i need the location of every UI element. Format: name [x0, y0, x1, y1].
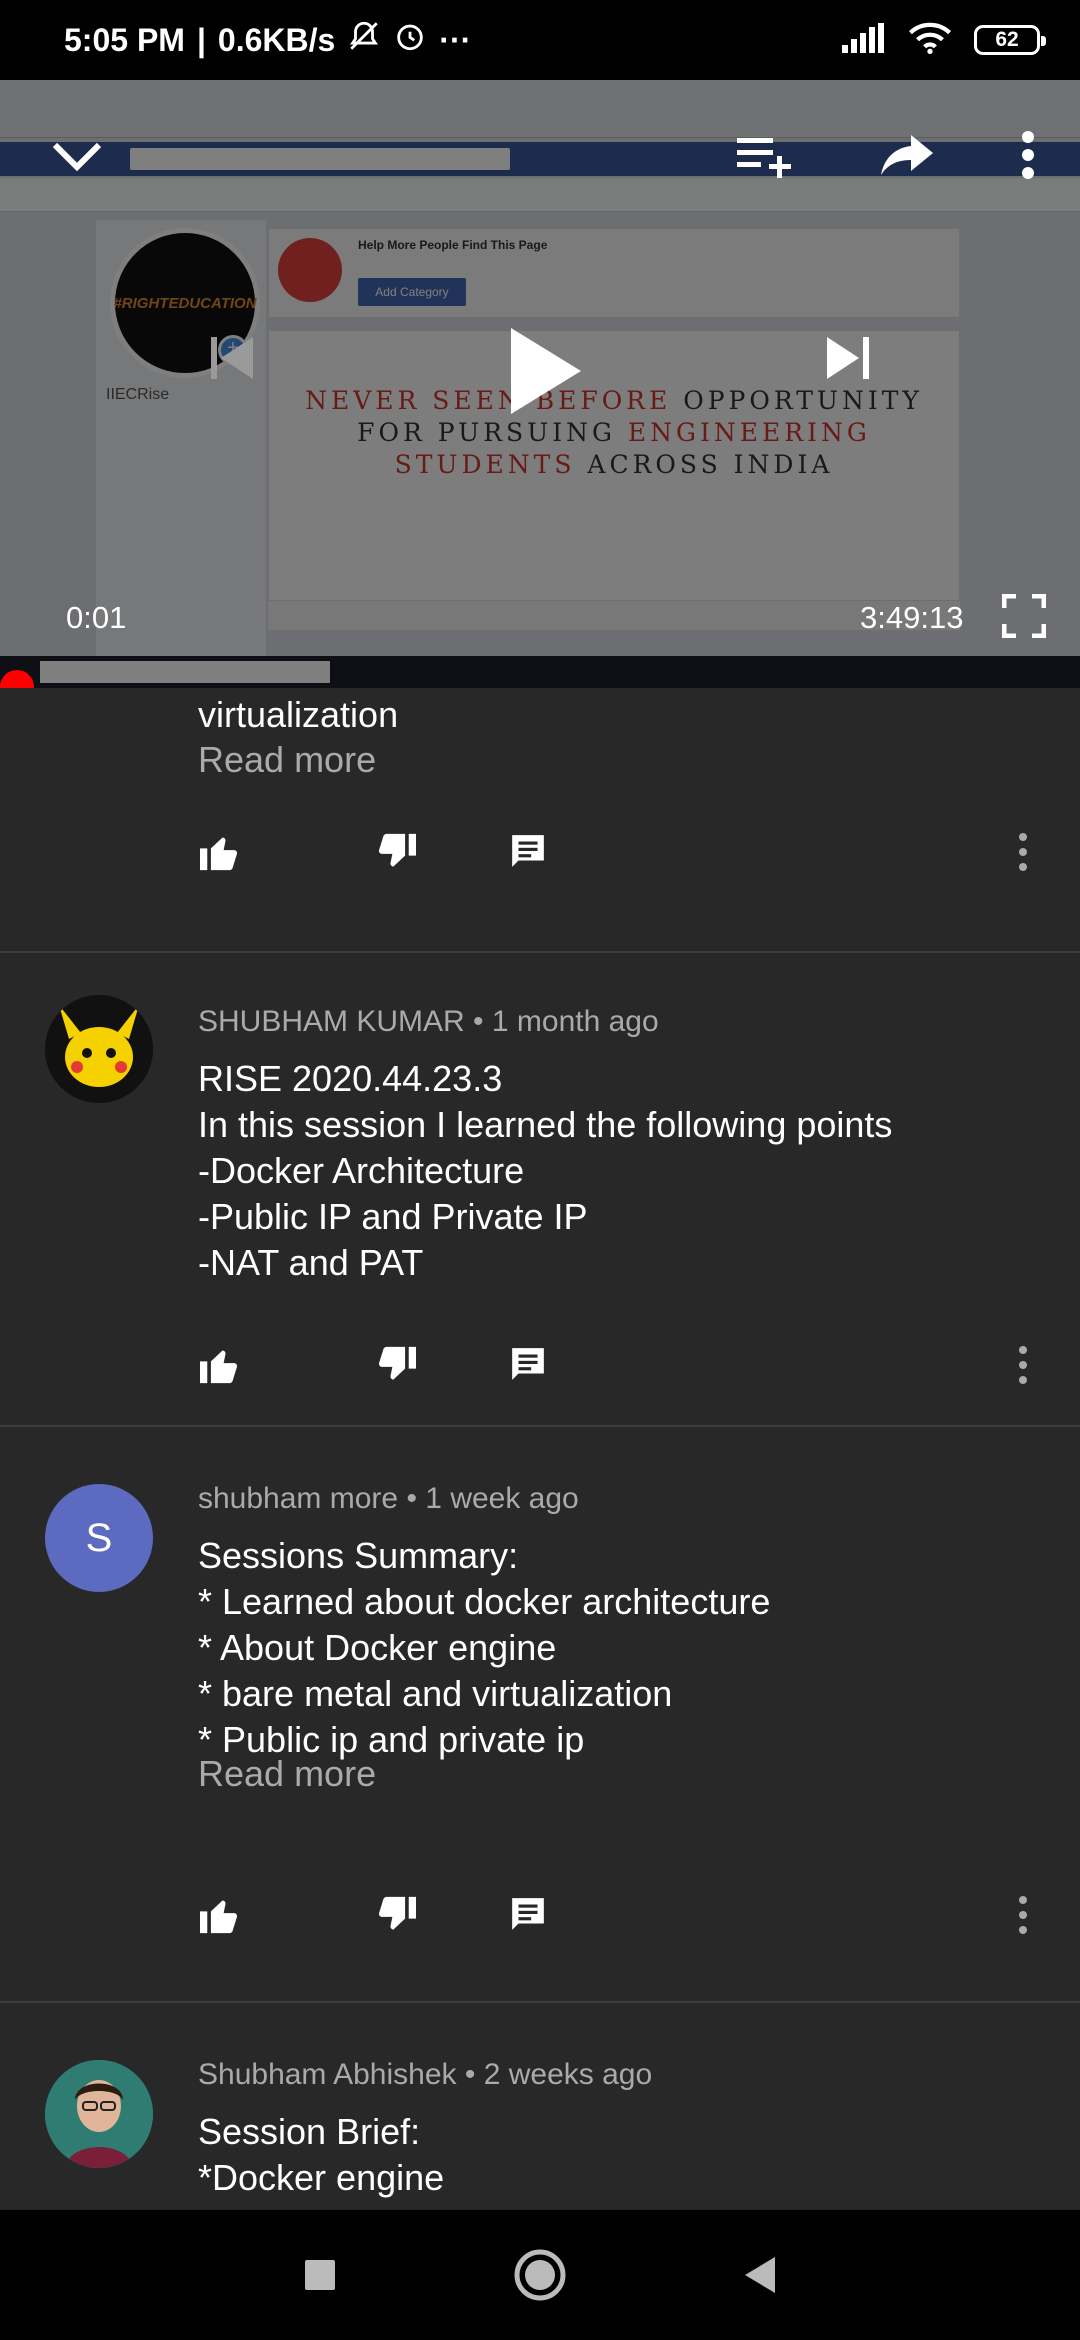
- minimize-button[interactable]: [44, 122, 110, 188]
- avatar[interactable]: [45, 2060, 153, 2168]
- back-button[interactable]: [730, 2245, 790, 2305]
- play-button[interactable]: [500, 326, 590, 416]
- avatar[interactable]: [45, 995, 153, 1103]
- reply-button[interactable]: [508, 832, 548, 875]
- comment-age: 2 weeks ago: [483, 2058, 653, 2091]
- overflow-menu-button[interactable]: [1000, 120, 1056, 190]
- thumbs-down-icon: [378, 833, 416, 867]
- status-bar: 5:05 PM | 0.6KB/s ··· 62: [0, 0, 1080, 80]
- signal-icon: [842, 22, 886, 58]
- dislike-button[interactable]: [374, 1345, 418, 1390]
- read-more-link[interactable]: Read more: [198, 1753, 376, 1795]
- comment-age: 1 week ago: [425, 1482, 579, 1515]
- comment-meta: SHUBHAM KUMAR • 1 month ago: [198, 1005, 659, 1038]
- home-button[interactable]: [510, 2240, 570, 2310]
- more-vert-icon: [1022, 131, 1034, 179]
- comment-meta: shubham more • 1 week ago: [198, 1482, 579, 1515]
- like-button[interactable]: [198, 1345, 242, 1390]
- avatar[interactable]: S: [45, 1484, 153, 1592]
- comments-list: virtualization Read more SHUBHAM KUMAR •…: [0, 688, 1080, 2210]
- fullscreen-icon: [1002, 594, 1046, 638]
- reply-button[interactable]: [508, 1345, 548, 1388]
- playlist-add-icon: [737, 138, 791, 178]
- comment-icon: [512, 1348, 544, 1380]
- dislike-button[interactable]: [374, 832, 418, 877]
- comment-meta: Shubham Abhishek • 2 weeks ago: [198, 2058, 653, 2091]
- comment-age: 1 month ago: [491, 1005, 659, 1038]
- thumbs-up-icon: [200, 837, 238, 871]
- previous-button[interactable]: [200, 326, 264, 390]
- dislike-button[interactable]: [374, 1895, 418, 1940]
- battery-level: 62: [995, 28, 1019, 51]
- chevron-down-icon: [52, 142, 102, 172]
- comment-icon: [512, 1898, 544, 1930]
- skip-previous-icon: [211, 337, 253, 379]
- fullscreen-button[interactable]: [996, 588, 1052, 644]
- video-player[interactable]: #RIGHTEDUCATION + IIECRise Help More Peo…: [0, 80, 1080, 688]
- comment-author[interactable]: SHUBHAM KUMAR: [198, 1005, 465, 1038]
- alarm-icon: [393, 19, 427, 61]
- comment-body: RISE 2020.44.23.3 In this session I lear…: [198, 1058, 893, 1283]
- reply-button[interactable]: [508, 1895, 548, 1938]
- more-vert-icon: [1019, 1346, 1027, 1384]
- play-icon: [511, 328, 581, 414]
- add-to-playlist-button[interactable]: [730, 120, 800, 190]
- recents-button[interactable]: [290, 2245, 350, 2305]
- current-time: 0:01: [66, 600, 127, 635]
- comment-icon: [512, 835, 544, 867]
- comment-body: Sessions Summary: * Learned about docker…: [198, 1535, 771, 1760]
- wifi-icon: [908, 22, 952, 59]
- mute-icon: [347, 19, 381, 61]
- thumbs-up-icon: [200, 1350, 238, 1384]
- comment-actions: [198, 1345, 1058, 1395]
- like-button[interactable]: [198, 832, 242, 877]
- read-more-link[interactable]: Read more: [198, 739, 376, 781]
- person-avatar-icon: [45, 2060, 153, 2168]
- next-button[interactable]: [816, 326, 880, 390]
- comment-body: Session Brief: *Docker engine: [198, 2111, 445, 2198]
- thumbs-down-icon: [378, 1346, 416, 1380]
- comment-item: S shubham more • 1 week ago Sessions Sum…: [0, 1429, 1080, 2003]
- thumbs-down-icon: [378, 1896, 416, 1930]
- skip-next-icon: [827, 337, 869, 379]
- like-button[interactable]: [198, 1895, 242, 1940]
- share-icon: [881, 135, 933, 175]
- comment-menu-button[interactable]: [1018, 1345, 1028, 1390]
- pikachu-avatar-icon: [45, 995, 153, 1103]
- system-nav-bar: [0, 2210, 1080, 2340]
- thumbs-up-icon: [200, 1900, 238, 1934]
- comment-actions: [198, 832, 1058, 882]
- status-time: 5:05 PM: [64, 21, 185, 58]
- more-vert-icon: [1019, 1896, 1027, 1934]
- status-separator: |: [196, 21, 206, 58]
- comment-item: virtualization Read more: [0, 688, 1080, 953]
- more-status: ···: [439, 21, 472, 58]
- comment-body: virtualization: [198, 694, 399, 735]
- circle-icon: [514, 2249, 566, 2301]
- comment-item: Shubham Abhishek • 2 weeks ago Session B…: [0, 2005, 1080, 2210]
- battery-icon: 62: [974, 25, 1046, 55]
- comment-item: SHUBHAM KUMAR • 1 month ago RISE 2020.44…: [0, 953, 1080, 1427]
- comment-actions: [198, 1895, 1058, 1945]
- square-icon: [305, 2260, 335, 2290]
- comment-author[interactable]: Shubham Abhishek: [198, 2058, 457, 2091]
- comment-author[interactable]: shubham more: [198, 1482, 398, 1515]
- triangle-back-icon: [745, 2257, 775, 2293]
- comment-menu-button[interactable]: [1018, 1895, 1028, 1940]
- comment-menu-button[interactable]: [1018, 832, 1028, 877]
- share-button[interactable]: [872, 120, 942, 190]
- duration: 3:49:13: [860, 600, 964, 635]
- avatar-letter: S: [85, 1515, 113, 1560]
- net-speed: 0.6KB/s: [217, 21, 336, 58]
- more-vert-icon: [1019, 833, 1027, 871]
